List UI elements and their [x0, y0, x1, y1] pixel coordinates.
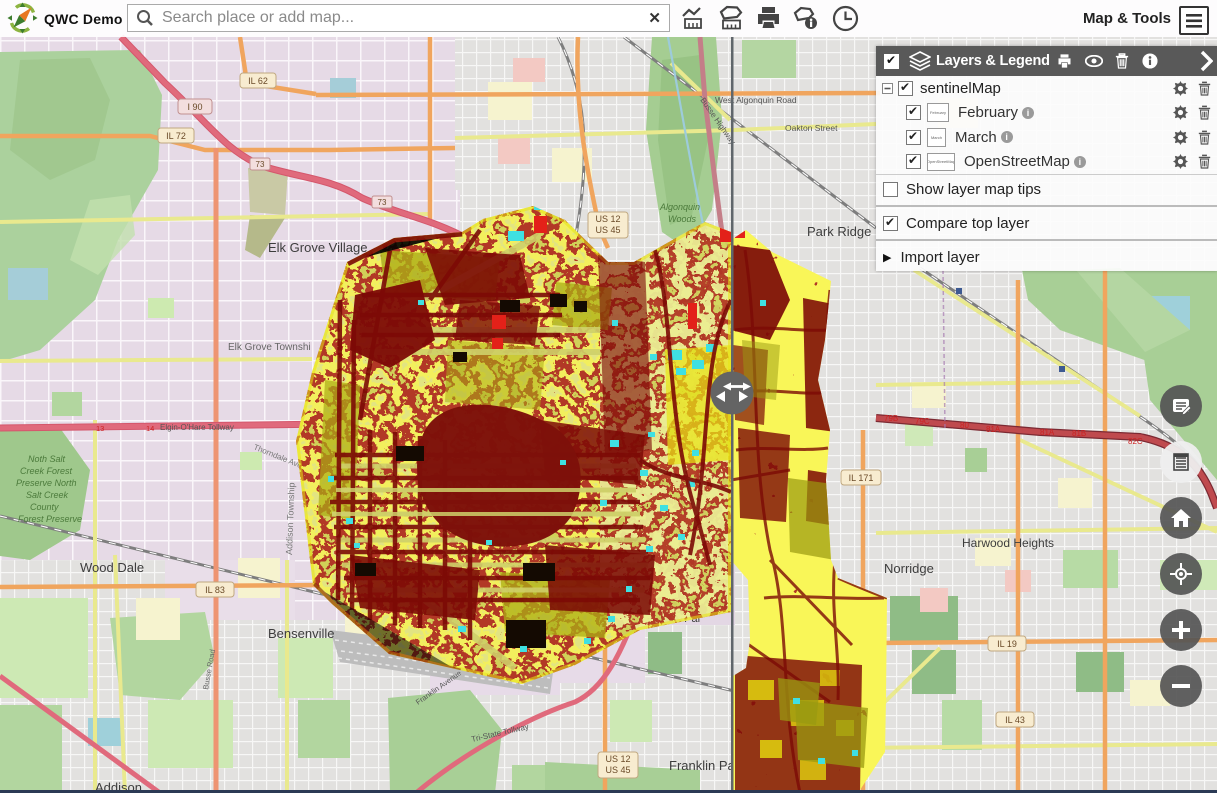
svg-text:IL 171: IL 171	[849, 473, 874, 483]
svg-text:Norridge: Norridge	[884, 561, 934, 576]
svg-text:81A: 81A	[1040, 428, 1055, 437]
svg-text:Salt Creek: Salt Creek	[26, 490, 69, 500]
svg-text:Bensenville: Bensenville	[268, 626, 335, 641]
svg-text:Elgin-O'Hare Tollway: Elgin-O'Hare Tollway	[160, 423, 234, 432]
svg-text:US 45: US 45	[595, 225, 620, 235]
svg-text:79C: 79C	[915, 417, 930, 426]
svg-text:14: 14	[146, 424, 154, 433]
svg-text:IL 72: IL 72	[166, 131, 186, 141]
svg-text:Forest Preserve: Forest Preserve	[18, 514, 82, 524]
svg-text:Park Ridge: Park Ridge	[807, 224, 871, 239]
svg-text:Woods: Woods	[668, 214, 697, 224]
svg-text:Elk Grove Village: Elk Grove Village	[268, 240, 367, 255]
svg-text:Preserve North: Preserve North	[16, 478, 77, 488]
svg-text:Noth Salt: Noth Salt	[28, 454, 66, 464]
svg-text:IL 43: IL 43	[1005, 715, 1025, 725]
svg-text:IL 19: IL 19	[997, 639, 1017, 649]
svg-text:IL 62: IL 62	[248, 76, 268, 86]
svg-text:73: 73	[256, 160, 265, 169]
svg-text:80: 80	[960, 421, 969, 430]
svg-text:County: County	[30, 502, 59, 512]
svg-text:13: 13	[96, 424, 104, 433]
svg-text:West Algonquin Road: West Algonquin Road	[715, 95, 797, 105]
svg-text:Wood Dale: Wood Dale	[80, 560, 144, 575]
svg-text:Elk Grove Townshi: Elk Grove Townshi	[228, 342, 311, 353]
svg-text:IL 83: IL 83	[205, 585, 225, 595]
svg-text:81B: 81B	[1072, 429, 1086, 438]
svg-text:I 90: I 90	[187, 102, 202, 112]
svg-text:Oakton Street: Oakton Street	[785, 123, 838, 133]
svg-text:Algonquin: Algonquin	[659, 202, 700, 212]
svg-text:81A: 81A	[986, 425, 1001, 434]
svg-text:US 12: US 12	[595, 214, 620, 224]
svg-text:US 45: US 45	[605, 765, 630, 775]
svg-text:82C: 82C	[1128, 437, 1143, 446]
svg-text:79B: 79B	[884, 414, 898, 423]
svg-text:Harwood Heights: Harwood Heights	[962, 536, 1054, 550]
svg-text:Creek Forest: Creek Forest	[20, 466, 73, 476]
svg-text:US 12: US 12	[605, 754, 630, 764]
svg-text:73: 73	[378, 198, 387, 207]
